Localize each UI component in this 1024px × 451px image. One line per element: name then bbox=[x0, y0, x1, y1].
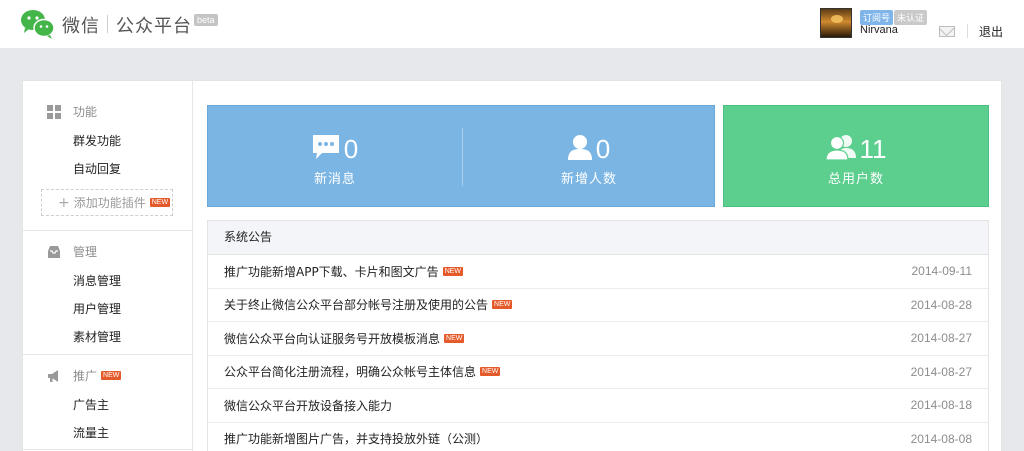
add-plugin-label: 添加功能插件 bbox=[73, 196, 146, 210]
announcement-date: 2014-08-28 bbox=[910, 297, 972, 312]
announcement-date: 2014-08-18 bbox=[910, 398, 972, 413]
message-bubble-icon bbox=[312, 134, 340, 164]
stat-new-messages[interactable]: 0 新消息 bbox=[208, 106, 462, 206]
sidebar-item-mass-send[interactable]: 群发功能 bbox=[73, 132, 121, 149]
announcement-row[interactable]: 关于终止微信公众平台部分帐号注册及使用的公告 NEW 2014-08-28 bbox=[208, 289, 988, 322]
mail-icon[interactable] bbox=[939, 26, 955, 37]
header-divider bbox=[967, 24, 968, 38]
stat-value: 11 bbox=[859, 134, 887, 164]
announcements-title: 系统公告 bbox=[208, 221, 988, 255]
stat-value: 0 bbox=[343, 134, 359, 164]
announcement-title[interactable]: 推广功能新增图片广告，并支持投放外链（公测） bbox=[224, 430, 488, 447]
stat-value: 0 bbox=[595, 134, 611, 164]
announcement-row[interactable]: 微信公众平台向认证服务号开放模板消息 NEW 2014-08-27 bbox=[208, 322, 988, 356]
announcement-title[interactable]: 微信公众平台向认证服务号开放模板消息 bbox=[224, 330, 440, 347]
grid-icon bbox=[47, 104, 61, 119]
new-badge: NEW bbox=[442, 266, 464, 276]
sidebar-item-advertiser[interactable]: 广告主 bbox=[73, 396, 109, 413]
announcement-row[interactable]: 推广功能新增APP下载、卡片和图文广告 NEW 2014-09-11 bbox=[208, 255, 988, 289]
sidebar-divider bbox=[23, 230, 193, 231]
sidebar-section-label: 管理 bbox=[73, 244, 98, 259]
main-panel: 功能 群发功能 自动回复 + 添加功能插件 NEW 管理 消息管理 用户管理 素… bbox=[22, 80, 1002, 451]
announcement-title[interactable]: 推广功能新增APP下载、卡片和图文广告 bbox=[224, 263, 439, 280]
sidebar-section-label: 推广 bbox=[73, 368, 98, 383]
announcements-panel: 系统公告 推广功能新增APP下载、卡片和图文广告 NEW 2014-09-11 … bbox=[207, 220, 989, 451]
announcement-date: 2014-08-08 bbox=[910, 431, 972, 446]
account-type-badge: 订阅号 bbox=[860, 10, 894, 25]
username-link[interactable]: Nirvana bbox=[860, 24, 898, 36]
sidebar-divider bbox=[23, 449, 193, 450]
users-group-icon bbox=[824, 134, 856, 164]
announcement-date: 2014-08-27 bbox=[910, 331, 972, 346]
brand-name: 微信 bbox=[62, 16, 100, 37]
sidebar: 功能 群发功能 自动回复 + 添加功能插件 NEW 管理 消息管理 用户管理 素… bbox=[23, 81, 193, 451]
new-badge: NEW bbox=[149, 198, 171, 207]
announcement-row[interactable]: 推广功能新增图片广告，并支持投放外链（公测） 2014-08-08 bbox=[208, 423, 988, 451]
sidebar-section-management: 管理 bbox=[47, 242, 97, 260]
user-icon bbox=[567, 134, 592, 164]
logout-link[interactable]: 退出 bbox=[979, 23, 1003, 40]
sidebar-item-materials[interactable]: 素材管理 bbox=[73, 328, 121, 345]
new-badge: NEW bbox=[492, 300, 513, 310]
stat-label: 总用户数 bbox=[827, 172, 884, 187]
announcement-title[interactable]: 微信公众平台开放设备接入能力 bbox=[224, 397, 392, 414]
announcement-row[interactable]: 公众平台简化注册流程，明确公众帐号主体信息 NEW 2014-08-27 bbox=[208, 356, 988, 389]
brand-subtitle: 公众平台 bbox=[116, 16, 192, 37]
new-badge: NEW bbox=[444, 333, 465, 343]
announcement-title[interactable]: 公众平台简化注册流程，明确公众帐号主体信息 bbox=[224, 363, 476, 380]
sidebar-section-promotion: 推广 NEW bbox=[47, 366, 122, 384]
brand-divider bbox=[107, 15, 108, 33]
stat-label: 新消息 bbox=[313, 172, 356, 187]
top-header: 微信 公众平台 beta 订阅号 未认证 Nirvana 退出 bbox=[0, 0, 1024, 48]
stat-label: 新增人数 bbox=[560, 172, 617, 187]
sidebar-divider bbox=[23, 354, 193, 355]
avatar[interactable] bbox=[820, 8, 852, 38]
announcement-date: 2014-08-27 bbox=[910, 364, 972, 379]
sidebar-section-functions: 功能 bbox=[47, 102, 97, 120]
sidebar-section-label: 功能 bbox=[73, 104, 98, 119]
new-badge: NEW bbox=[480, 367, 501, 377]
megaphone-icon bbox=[47, 368, 61, 382]
sidebar-item-users[interactable]: 用户管理 bbox=[73, 300, 121, 317]
add-plugin-button[interactable]: + 添加功能插件 NEW bbox=[41, 189, 173, 216]
beta-badge: beta bbox=[194, 14, 218, 26]
plus-icon: + bbox=[58, 194, 70, 211]
announcement-date: 2014-09-11 bbox=[911, 264, 973, 279]
sidebar-item-auto-reply[interactable]: 自动回复 bbox=[73, 160, 121, 177]
announcement-row[interactable]: 微信公众平台开放设备接入能力 2014-08-18 bbox=[208, 389, 988, 423]
verify-status-badge: 未认证 bbox=[894, 10, 928, 25]
wechat-logo-icon[interactable] bbox=[20, 8, 56, 44]
sidebar-item-publisher[interactable]: 流量主 bbox=[73, 424, 109, 441]
stat-total-users[interactable]: 11 总用户数 bbox=[723, 105, 989, 207]
inbox-icon bbox=[47, 244, 61, 258]
sidebar-item-messages[interactable]: 消息管理 bbox=[73, 272, 121, 289]
announcement-title[interactable]: 关于终止微信公众平台部分帐号注册及使用的公告 bbox=[224, 296, 488, 313]
stats-card-messages-users: 0 新消息 0 新增人数 bbox=[207, 105, 715, 207]
stat-new-users[interactable]: 0 新增人数 bbox=[462, 106, 716, 206]
new-badge: NEW bbox=[101, 370, 122, 380]
